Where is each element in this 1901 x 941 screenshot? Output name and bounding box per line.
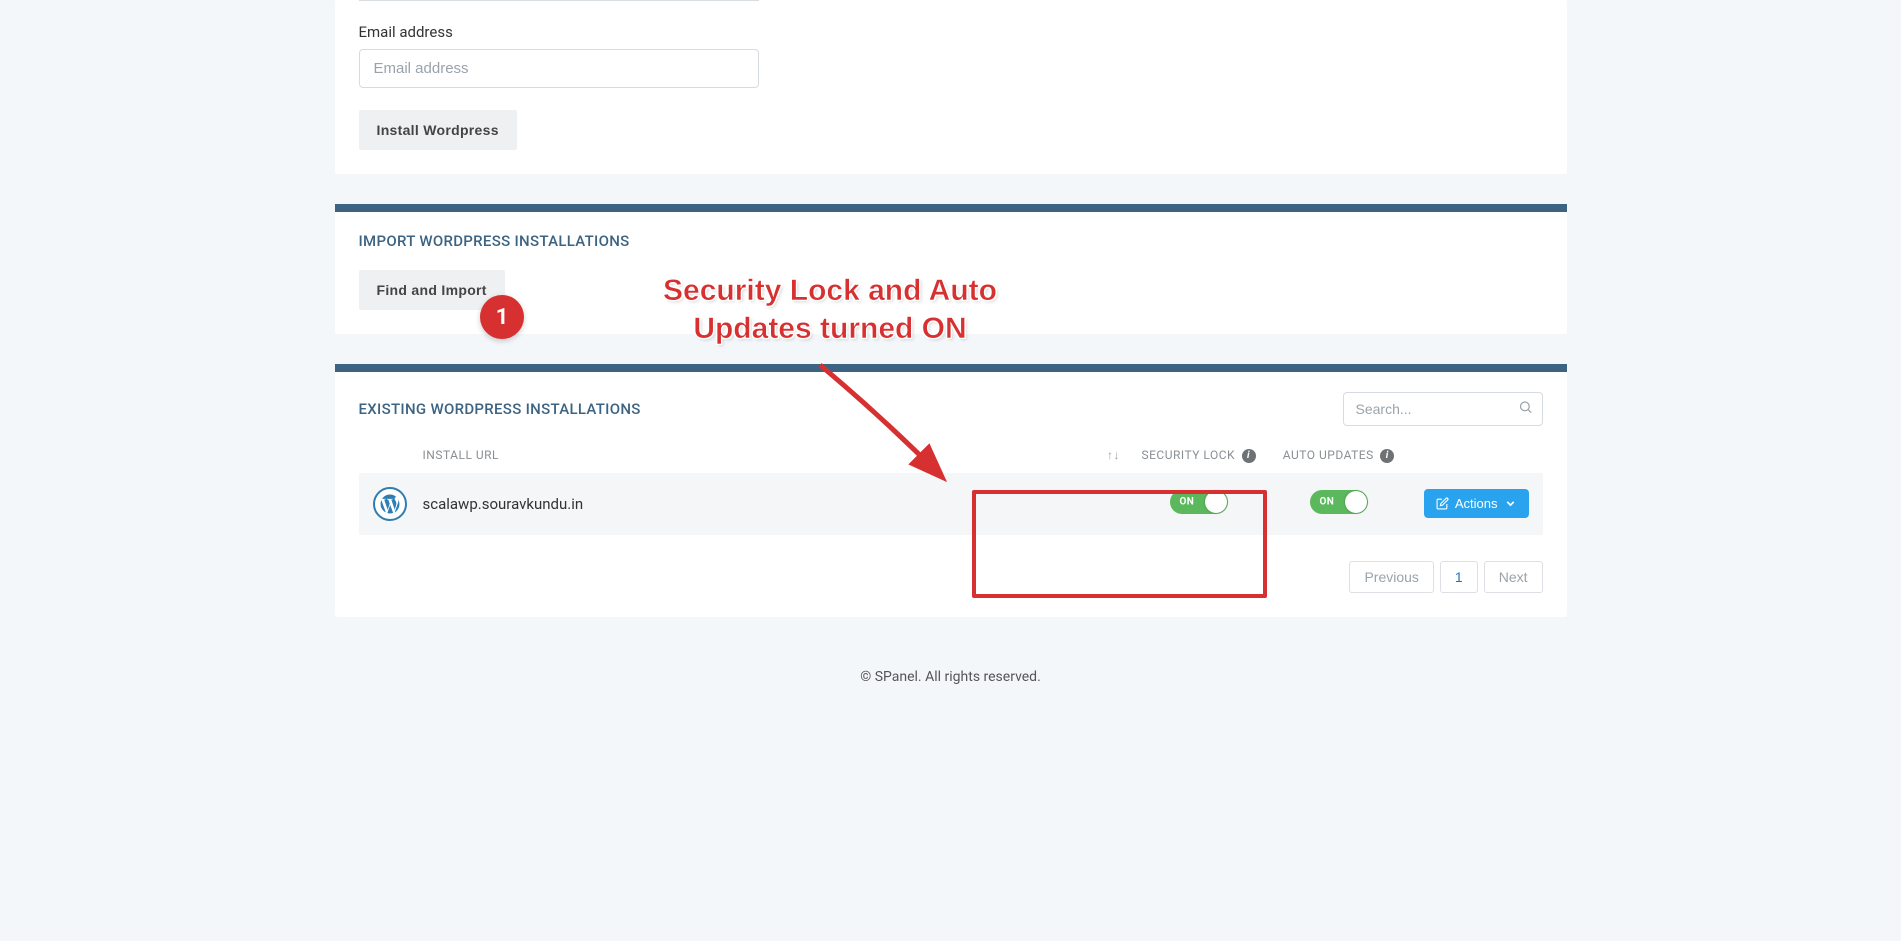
security-lock-toggle[interactable]: ON bbox=[1170, 490, 1228, 514]
toggle-knob bbox=[1205, 491, 1227, 513]
info-icon[interactable]: i bbox=[1380, 449, 1394, 463]
install-wordpress-card: Email address Install Wordpress bbox=[335, 0, 1567, 174]
auto-updates-toggle[interactable]: ON bbox=[1310, 490, 1368, 514]
card-accent-bar bbox=[335, 364, 1567, 372]
column-security-lock-label: SECURITY LOCK bbox=[1141, 448, 1235, 462]
pagination: Previous 1 Next bbox=[359, 561, 1543, 593]
previous-button[interactable]: Previous bbox=[1349, 561, 1433, 593]
existing-section-title: EXISTING WORDPRESS INSTALLATIONS bbox=[359, 400, 641, 418]
column-auto-updates: AUTO UPDATES i bbox=[1269, 448, 1409, 463]
sort-indicator-icon[interactable]: ↑↓ bbox=[1099, 448, 1129, 462]
table-row: scalawp.souravkundu.in ON ON bbox=[359, 473, 1543, 535]
install-wordpress-button[interactable]: Install Wordpress bbox=[359, 110, 517, 150]
existing-installations-card: EXISTING WORDPRESS INSTALLATIONS INSTALL… bbox=[335, 364, 1567, 617]
search-input[interactable] bbox=[1343, 392, 1543, 426]
email-label: Email address bbox=[359, 23, 1543, 41]
toggle-label: ON bbox=[1320, 496, 1335, 507]
install-url[interactable]: scalawp.souravkundu.in bbox=[423, 495, 1099, 513]
search-box bbox=[1343, 392, 1543, 426]
email-field[interactable] bbox=[359, 49, 759, 88]
find-and-import-button[interactable]: Find and Import bbox=[359, 270, 505, 310]
chevron-down-icon bbox=[1504, 497, 1517, 510]
column-security-lock: SECURITY LOCK i bbox=[1129, 448, 1269, 463]
table-header: INSTALL URL ↑↓ SECURITY LOCK i AUTO UPDA… bbox=[359, 438, 1543, 473]
toggle-label: ON bbox=[1180, 496, 1195, 507]
actions-label: Actions bbox=[1455, 496, 1498, 511]
column-auto-updates-label: AUTO UPDATES bbox=[1283, 448, 1374, 462]
import-wordpress-card: IMPORT WORDPRESS INSTALLATIONS Find and … bbox=[335, 204, 1567, 334]
actions-button[interactable]: Actions bbox=[1424, 489, 1529, 518]
installations-table: INSTALL URL ↑↓ SECURITY LOCK i AUTO UPDA… bbox=[359, 438, 1543, 535]
footer-text: © SPanel. All rights reserved. bbox=[0, 647, 1901, 719]
wordpress-icon bbox=[373, 487, 407, 521]
card-accent-bar bbox=[335, 204, 1567, 212]
info-icon[interactable]: i bbox=[1242, 449, 1256, 463]
import-section-title: IMPORT WORDPRESS INSTALLATIONS bbox=[359, 232, 1543, 250]
divider bbox=[359, 0, 759, 1]
page-number-button[interactable]: 1 bbox=[1440, 561, 1478, 593]
edit-icon bbox=[1436, 497, 1449, 510]
toggle-knob bbox=[1345, 491, 1367, 513]
next-button[interactable]: Next bbox=[1484, 561, 1543, 593]
column-install-url: INSTALL URL bbox=[423, 448, 1099, 462]
